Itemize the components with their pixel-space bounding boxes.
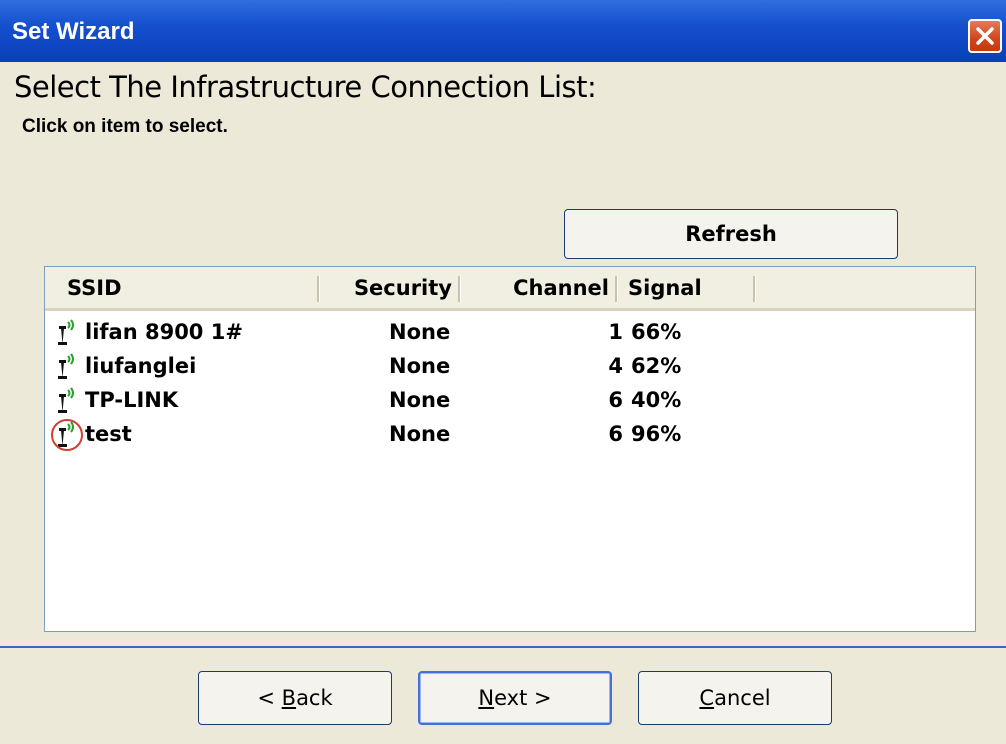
cancel-button-label: ancel <box>714 686 771 710</box>
title-bar: Set Wizard <box>0 0 1006 62</box>
security-cell: None <box>389 320 451 344</box>
instruction-text: Click on item to select. <box>22 116 228 137</box>
back-button[interactable]: < Back <box>198 671 392 725</box>
refresh-button[interactable]: Refresh <box>564 209 898 259</box>
column-divider[interactable] <box>615 276 618 302</box>
signal-cell: 66% <box>631 320 682 344</box>
channel-cell: 4 <box>608 354 623 378</box>
ssid-cell: liufanglei <box>85 354 197 378</box>
next-button[interactable]: Next > <box>418 671 612 725</box>
column-header-signal[interactable]: Signal <box>628 267 748 308</box>
signal-cell: 62% <box>631 354 682 378</box>
window-title: Set Wizard <box>12 18 135 45</box>
cancel-button-accel: C <box>699 686 715 710</box>
next-button-suffix: > <box>527 686 552 710</box>
highlight-ring <box>51 419 83 451</box>
table-row[interactable]: test None 6 96% <box>51 417 967 451</box>
channel-cell: 6 <box>608 388 623 412</box>
page-heading: Select The Infrastructure Connection Lis… <box>14 70 597 104</box>
antenna-signal-icon <box>53 352 87 380</box>
column-header-ssid[interactable]: SSID <box>67 267 317 308</box>
signal-cell: 40% <box>631 388 682 412</box>
close-button[interactable] <box>968 19 1002 53</box>
antenna-signal-icon <box>53 318 87 346</box>
footer-divider <box>0 646 1006 648</box>
antenna-signal-icon <box>51 419 87 451</box>
back-button-prefix: < <box>257 686 282 710</box>
list-header: SSID Security Channel Signal <box>45 267 975 311</box>
table-row[interactable]: liufanglei None 4 62% <box>53 349 967 383</box>
ssid-cell: lifan 8900 1# <box>85 320 243 344</box>
column-header-security[interactable]: Security <box>320 267 458 308</box>
next-button-accel: N <box>478 686 495 710</box>
column-divider[interactable] <box>753 276 756 302</box>
next-button-label: ext <box>494 686 528 710</box>
channel-cell: 1 <box>608 320 623 344</box>
ssid-cell: test <box>85 422 132 446</box>
cancel-button[interactable]: Cancel <box>638 671 832 725</box>
back-button-accel: B <box>281 686 297 710</box>
table-row[interactable]: TP-LINK None 6 40% <box>53 383 967 417</box>
antenna-signal-icon <box>53 386 87 414</box>
back-button-label: ack <box>296 686 333 710</box>
channel-cell: 6 <box>608 422 623 446</box>
table-row[interactable]: lifan 8900 1# None 1 66% <box>53 315 967 349</box>
network-list[interactable]: SSID Security Channel Signal lifan 8900 … <box>44 266 976 632</box>
ssid-cell: TP-LINK <box>85 388 179 412</box>
security-cell: None <box>389 354 451 378</box>
security-cell: None <box>389 422 451 446</box>
close-icon <box>976 27 994 45</box>
security-cell: None <box>389 388 451 412</box>
signal-cell: 96% <box>631 422 682 446</box>
column-header-channel[interactable]: Channel <box>461 267 615 308</box>
